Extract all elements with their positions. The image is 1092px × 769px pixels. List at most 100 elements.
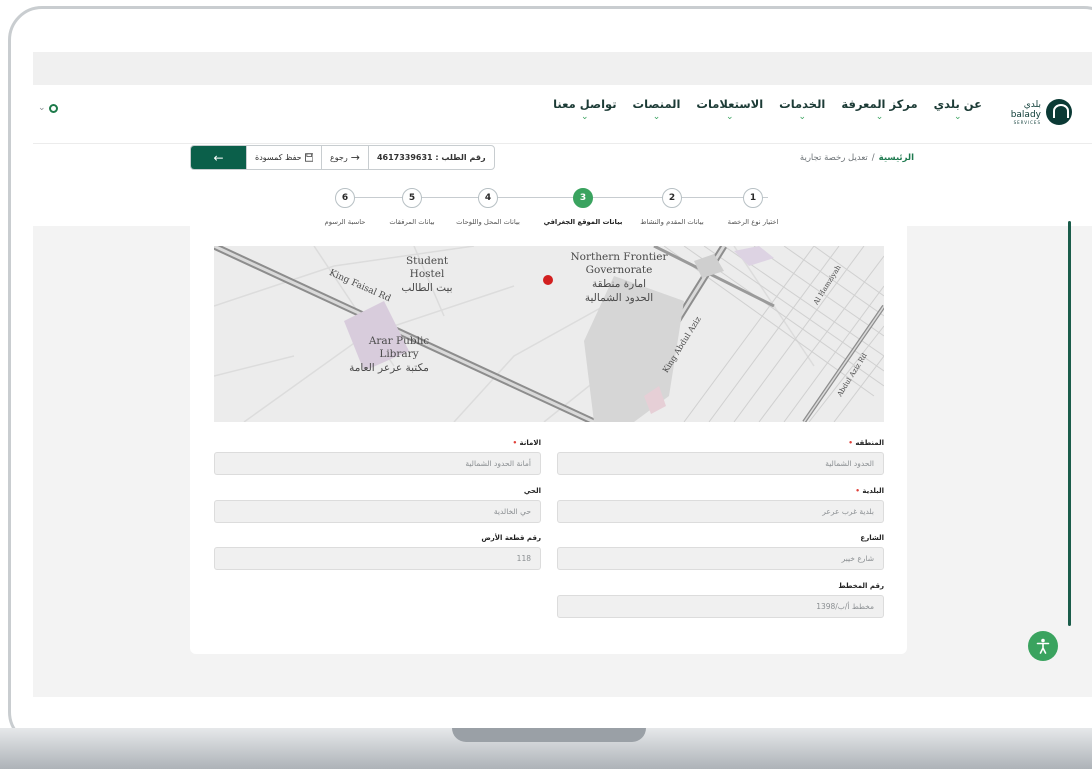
top-bar	[33, 52, 1092, 85]
nav-label: المنصات	[632, 97, 681, 111]
region-label: • المنطقه	[557, 439, 884, 449]
nav-label: مركز المعرفة	[841, 97, 918, 111]
municipality-label: • البلدية	[557, 487, 884, 497]
nav-label: الاستعلامات	[696, 97, 764, 111]
region-field: • المنطقه الحدود الشمالية	[557, 439, 884, 475]
district-field: الحي حي الخالدية	[214, 487, 541, 523]
save-icon	[304, 153, 313, 162]
arrow-right-icon: →	[350, 151, 360, 164]
step-number: 2	[662, 188, 682, 208]
step-number: 5	[402, 188, 422, 208]
step-number: 4	[478, 188, 498, 208]
municipality-label-text: البلدية	[862, 487, 884, 495]
browser-screen: بلدي balady SERVICES عن بلدي ⌄ مركز المعر…	[33, 52, 1092, 697]
step-6[interactable]: 6 حاسبة الرسوم	[305, 188, 385, 226]
map-label: Arar Public	[368, 335, 429, 347]
map-canvas: Student Hostel بيت الطالب Northern Front…	[214, 246, 884, 422]
breadcrumb-current: تعديل رخصة تجارية	[799, 153, 868, 163]
nav-item-about[interactable]: عن بلدي ⌄	[934, 97, 982, 122]
nav-menu: عن بلدي ⌄ مركز المعرفة ⌄ الخدمات ⌄ الاستعلا…	[553, 97, 982, 122]
back-label: رجوع	[330, 153, 348, 162]
chevron-down-icon: ⌄	[726, 112, 734, 122]
location-icon	[48, 103, 58, 113]
step-3[interactable]: 3 بيانات الموقع الجغرافي	[543, 188, 623, 226]
step-label: بيانات الموقع الجغرافي	[543, 218, 623, 226]
step-label: بيانات المرفقات	[389, 218, 435, 226]
main-navbar: بلدي balady SERVICES عن بلدي ⌄ مركز المعر…	[33, 85, 1092, 144]
breadcrumb-home[interactable]: الرئيسية	[879, 153, 914, 163]
order-number: رقم الطلب : 4617339631	[367, 146, 494, 169]
nav-item-services[interactable]: الخدمات ⌄	[779, 97, 825, 122]
map-label: Northern Frontier	[570, 251, 668, 263]
required-marker: •	[855, 487, 860, 495]
chevron-down-icon: ⌄	[652, 112, 661, 122]
nav-item-contact[interactable]: تواصل معنا ⌄	[553, 97, 616, 122]
nav-label: الخدمات	[779, 97, 826, 111]
action-bar: ← حفظ كمسودة رجوع → رقم الطلب : 46173396…	[190, 145, 495, 170]
user-menu[interactable]: ⌄	[38, 103, 58, 113]
required-marker: •	[512, 439, 518, 447]
wizard-stepper: 1 اختيار نوع الرخصة 2 بيانات المقدم والنشا…	[325, 188, 778, 228]
street-field: الشارع شارع خيبر	[557, 534, 884, 570]
required-marker: •	[848, 439, 853, 447]
step-4[interactable]: 4 بيانات المحل واللوحات	[448, 188, 528, 226]
nav-label: تواصل معنا	[553, 97, 617, 111]
logo-emblem-icon	[1046, 99, 1072, 125]
map-label: امارة منطقة	[592, 278, 646, 290]
arrow-left-icon: ←	[213, 150, 224, 165]
plan-label: رقم المخطط	[838, 582, 884, 590]
nav-item-knowledge-center[interactable]: مركز المعرفة ⌄	[841, 97, 917, 122]
amanah-input[interactable]: أمانة الحدود الشمالية	[214, 452, 541, 475]
page-scrollbar[interactable]	[1068, 221, 1071, 626]
chevron-down-icon: ⌄	[798, 112, 807, 122]
municipality-field: • البلدية بلدية غرب عرعر	[557, 487, 884, 523]
nav-item-inquiries[interactable]: الاستعلامات ⌄	[696, 97, 763, 122]
map-label: Library	[379, 348, 418, 360]
plan-input[interactable]: مخطط أ/ب/1398	[557, 595, 884, 618]
municipality-input[interactable]: بلدية غرب عرعر	[557, 500, 884, 523]
map-label: مكتبة عرعر العامة	[349, 362, 429, 374]
plan-field: رقم المخطط مخطط أ/ب/1398	[557, 582, 884, 618]
balady-logo[interactable]: بلدي balady SERVICES	[1011, 99, 1072, 125]
parcel-label: رقم قطعة الأرض	[481, 534, 541, 542]
chevron-down-icon: ⌄	[581, 112, 589, 122]
street-label: الشارع	[860, 534, 884, 542]
step-number: 6	[335, 188, 355, 208]
street-input[interactable]: شارع خيبر	[557, 547, 884, 570]
map-label: الحدود الشمالية	[585, 292, 653, 304]
parcel-input[interactable]: 118	[214, 547, 541, 570]
map-label: Hostel	[410, 268, 445, 280]
step-label: حاسبة الرسوم	[324, 218, 366, 226]
step-number: 1	[743, 188, 763, 208]
accessibility-icon[interactable]	[1028, 631, 1058, 661]
next-button[interactable]: ←	[191, 146, 246, 169]
map-label: Student	[406, 255, 449, 267]
chevron-down-icon: ⌄	[875, 112, 884, 122]
logo-latin: balady	[1010, 109, 1041, 120]
save-draft-button[interactable]: حفظ كمسودة	[246, 146, 321, 169]
page-header: الرئيسية / تعديل رخصة تجارية ← حفظ كمسود…	[33, 144, 1092, 226]
amanah-field: • الامانة أمانة الحدود الشمالية	[214, 439, 541, 475]
step-label: اختيار نوع الرخصة	[727, 218, 779, 226]
step-2[interactable]: 2 بيانات المقدم والنشاط	[632, 188, 712, 226]
logo-wordmark: بلدي balady SERVICES	[1011, 100, 1041, 125]
map-label: بيت الطالب	[401, 282, 452, 294]
location-map[interactable]: Student Hostel بيت الطالب Northern Front…	[214, 246, 884, 422]
parcel-field: رقم قطعة الأرض 118	[214, 534, 541, 570]
logo-sub: SERVICES	[1013, 119, 1041, 125]
chevron-down-icon: ⌄	[38, 103, 46, 113]
region-input[interactable]: الحدود الشمالية	[557, 452, 884, 475]
back-button[interactable]: رجوع →	[321, 146, 368, 169]
amanah-label-text: الامانة	[519, 439, 541, 447]
breadcrumb-separator: /	[871, 153, 875, 163]
step-1[interactable]: 1 اختيار نوع الرخصة	[713, 188, 793, 226]
nav-item-platforms[interactable]: المنصات ⌄	[633, 97, 681, 122]
amanah-label: • الامانة	[214, 439, 541, 449]
save-draft-label: حفظ كمسودة	[255, 153, 302, 162]
map-label: Governorate	[586, 264, 653, 276]
district-input[interactable]: حي الخالدية	[214, 500, 541, 523]
step-number: 3	[573, 188, 593, 208]
district-label: الحي	[523, 487, 541, 495]
step-label: بيانات المحل واللوحات	[456, 218, 520, 226]
nav-label: عن بلدي	[933, 97, 982, 111]
